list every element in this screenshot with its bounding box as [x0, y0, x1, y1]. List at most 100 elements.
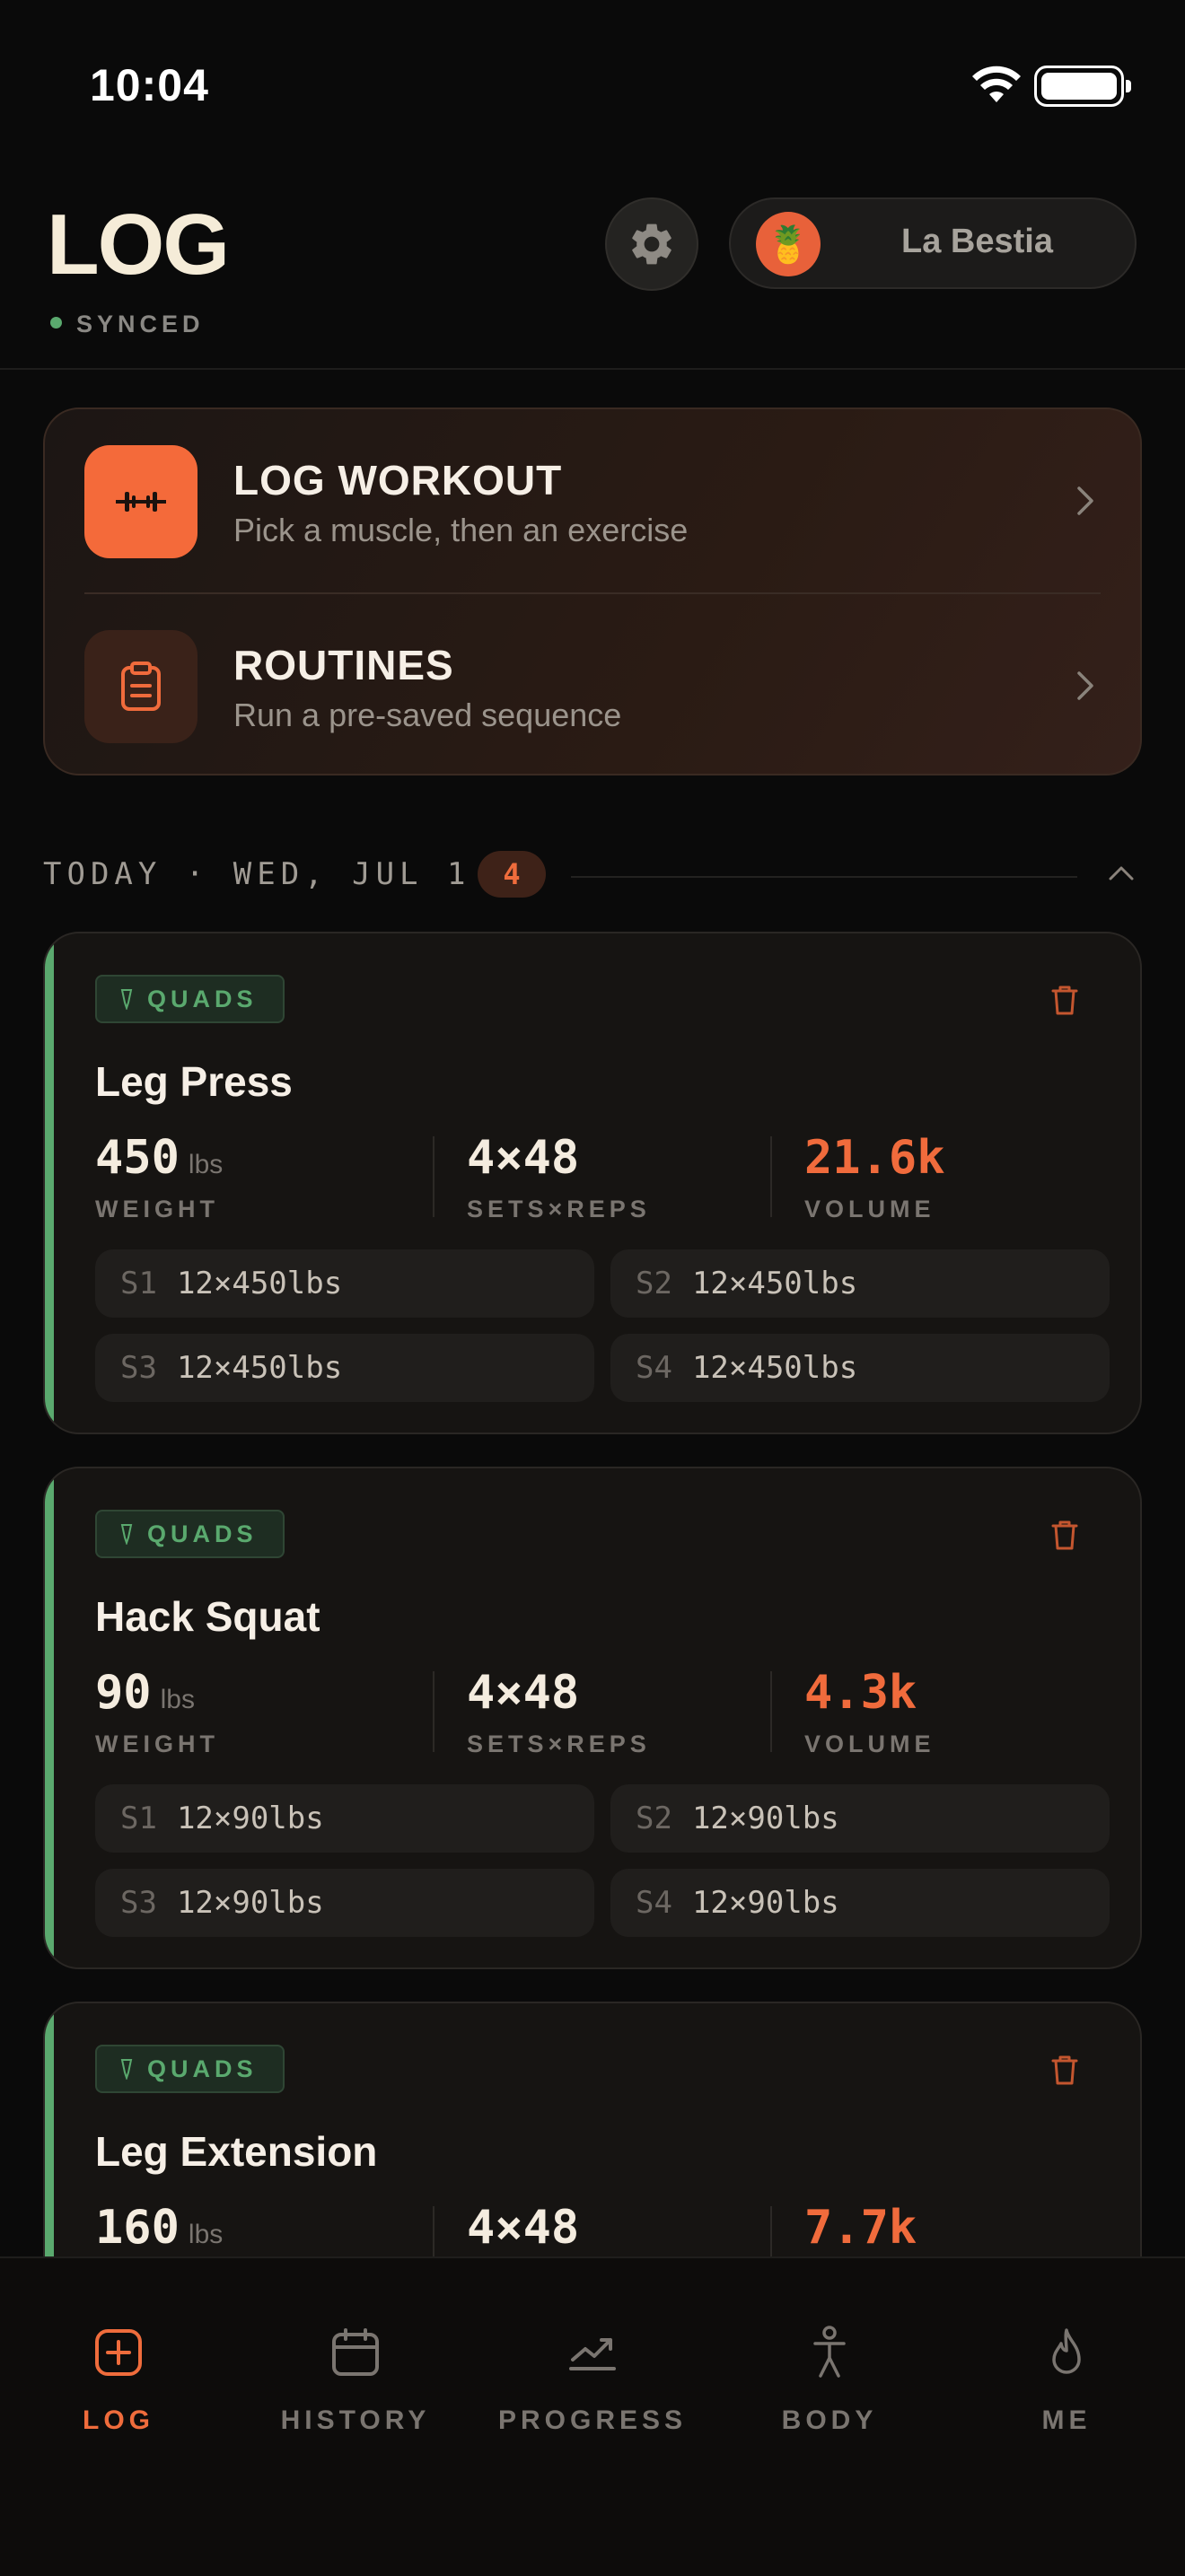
weight-value: 90: [95, 1666, 152, 1720]
set-value: 12×90lbs: [176, 1885, 324, 1921]
page-title: LOG: [47, 197, 230, 293]
gear-icon: [632, 223, 672, 265]
trend-chart-icon: [569, 2338, 616, 2370]
exercise-card[interactable]: QUADS Hack Squat 90 lbs WEIGHT 4×48 SETS×…: [43, 1467, 1142, 1969]
barbell-icon: [84, 445, 198, 558]
sets-reps-stat: 4×48: [467, 2204, 579, 2251]
tab-label: BODY: [781, 2405, 878, 2435]
weight-stat: 90 lbs WEIGHT: [95, 1669, 219, 1758]
section-date-label: TODAY · WED, JUL 1: [43, 856, 471, 892]
tab-bar: LOG HISTORY PROGRESS BODY ME: [0, 2256, 1185, 2576]
trash-icon[interactable]: [1050, 984, 1079, 1016]
quads-muscle-icon: [120, 1524, 133, 1545]
tab-history[interactable]: HISTORY: [237, 2321, 474, 2436]
volume-stat: 21.6k VOLUME: [804, 1135, 945, 1223]
action-card: LOG WORKOUT Pick a muscle, then an exerc…: [43, 407, 1142, 775]
sets-reps-label: SETS×REPS: [467, 1730, 651, 1757]
set-value: 12×90lbs: [691, 1885, 839, 1921]
set-chip: S4 12×90lbs: [610, 1869, 1110, 1937]
set-chip: S4 12×450lbs: [610, 1334, 1110, 1402]
profile-button[interactable]: 🍍 La Bestia: [729, 197, 1137, 289]
stat-divider: [433, 1136, 434, 1217]
tab-body[interactable]: BODY: [711, 2321, 948, 2436]
weight-label: WEIGHT: [95, 1196, 219, 1222]
muscle-tag: QUADS: [95, 975, 285, 1023]
sync-dot-icon: [50, 317, 62, 329]
tab-progress[interactable]: PROGRESS: [474, 2321, 711, 2436]
battery-icon: [1034, 66, 1131, 107]
set-value: 12×90lbs: [691, 1801, 839, 1836]
clipboard-icon: [84, 630, 198, 743]
quads-muscle-icon: [120, 989, 133, 1010]
routines-subtitle: Run a pre-saved sequence: [233, 697, 622, 733]
chevron-right-icon: [1077, 671, 1093, 700]
routines-button[interactable]: ROUTINES Run a pre-saved sequence: [45, 594, 1140, 774]
log-workout-title: LOG WORKOUT: [233, 457, 563, 504]
volume-label: VOLUME: [804, 1730, 935, 1757]
profile-name: La Bestia: [901, 223, 1053, 260]
avatar: 🍍: [756, 212, 821, 276]
header-divider: [0, 368, 1185, 370]
set-value: 12×90lbs: [176, 1801, 324, 1836]
set-chip: S2 12×90lbs: [610, 1784, 1110, 1853]
set-id: S2: [636, 1266, 672, 1301]
routines-title: ROUTINES: [233, 642, 454, 688]
status-bar: 10:04: [0, 0, 1185, 171]
weight-value: 160: [95, 2201, 180, 2255]
set-value: 12×450lbs: [176, 1266, 343, 1301]
log-workout-subtitle: Pick a muscle, then an exercise: [233, 512, 689, 548]
exercise-name: Leg Press: [95, 1058, 293, 1105]
trash-icon[interactable]: [1050, 2054, 1079, 2086]
set-id: S4: [636, 1350, 672, 1386]
tab-log[interactable]: LOG: [0, 2321, 237, 2436]
tab-label: PROGRESS: [497, 2405, 688, 2435]
tab-label: LOG: [83, 2405, 154, 2435]
volume-stat: 4.3k VOLUME: [804, 1669, 935, 1758]
log-workout-button[interactable]: LOG WORKOUT Pick a muscle, then an exerc…: [45, 409, 1140, 589]
exercise-name: Leg Extension: [95, 2128, 378, 2175]
set-id: S3: [120, 1350, 157, 1386]
tab-me[interactable]: ME: [948, 2321, 1185, 2436]
chevron-up-icon[interactable]: [1108, 863, 1135, 881]
set-chip: S2 12×450lbs: [610, 1249, 1110, 1318]
wifi-icon: [972, 66, 1021, 102]
volume-label: VOLUME: [804, 1196, 935, 1222]
sync-label: SYNCED: [76, 311, 205, 337]
volume-value: 4.3k: [804, 1666, 917, 1720]
stat-divider: [770, 1671, 772, 1752]
tab-label: ME: [1041, 2405, 1092, 2435]
set-id: S2: [636, 1801, 672, 1836]
volume-value: 21.6k: [804, 1131, 945, 1185]
sets-reps-value: 4×48: [467, 1131, 580, 1185]
set-chip: S1 12×450lbs: [95, 1249, 594, 1318]
workout-count-badge: 4: [478, 851, 546, 898]
weight-unit: lbs: [188, 2220, 224, 2249]
person-icon: [813, 2326, 846, 2378]
set-id: S4: [636, 1885, 672, 1921]
exercise-card[interactable]: QUADS Leg Press 450 lbs WEIGHT 4×48 SETS×…: [43, 932, 1142, 1434]
sets-reps-stat: 4×48 SETS×REPS: [467, 1669, 651, 1758]
set-chip: S3 12×450lbs: [95, 1334, 594, 1402]
volume-value: 7.7k: [804, 2201, 917, 2255]
sets-reps-label: SETS×REPS: [467, 1196, 651, 1222]
pineapple-icon: 🍍: [766, 224, 811, 265]
weight-label: WEIGHT: [95, 1730, 219, 1757]
settings-button[interactable]: [605, 197, 698, 291]
weight-value: 450: [95, 1131, 180, 1185]
tab-label: HISTORY: [280, 2405, 431, 2435]
muscle-tag: QUADS: [95, 1510, 285, 1558]
set-chip: S1 12×90lbs: [95, 1784, 594, 1853]
set-value: 12×450lbs: [691, 1266, 858, 1301]
chevron-right-icon: [1077, 486, 1093, 515]
exercise-name: Hack Squat: [95, 1593, 320, 1640]
quads-muscle-icon: [120, 2059, 133, 2080]
trash-icon[interactable]: [1050, 1519, 1079, 1551]
set-id: S3: [120, 1885, 157, 1921]
volume-stat: 7.7k: [804, 2204, 917, 2251]
muscle-tag: QUADS: [95, 2045, 285, 2093]
sets-reps-stat: 4×48 SETS×REPS: [467, 1135, 651, 1223]
sets-reps-value: 4×48: [467, 1666, 580, 1720]
sets-reps-value: 4×48: [467, 2201, 580, 2255]
muscle-tag-label: QUADS: [147, 2055, 258, 2082]
plus-square-icon: [95, 2329, 142, 2376]
